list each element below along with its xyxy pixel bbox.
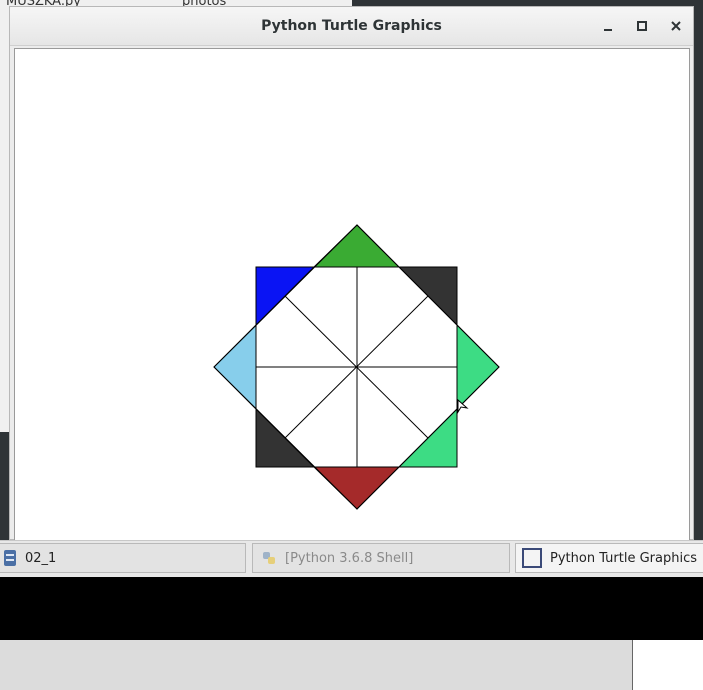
file-manager-icon <box>4 550 16 566</box>
taskbar-item-python-shell[interactable]: [Python 3.6.8 Shell] <box>252 543 510 573</box>
desktop-black-area <box>0 577 703 640</box>
python-icon <box>263 552 275 564</box>
triangle-left <box>213 323 257 411</box>
triangle-bottom <box>312 466 401 510</box>
minimize-icon <box>604 29 612 31</box>
taskbar-item-turtle-graphics[interactable]: Python Turtle Graphics <box>515 543 703 573</box>
taskbar-item-file-manager[interactable]: 02_1 <box>0 543 246 573</box>
turtle-canvas[interactable] <box>14 48 690 541</box>
minimize-button[interactable] <box>598 16 618 36</box>
turtle-window: Python Turtle Graphics <box>9 6 694 541</box>
turtle-drawing <box>213 224 500 510</box>
close-icon <box>671 21 681 31</box>
taskbar-item-label: Python Turtle Graphics <box>550 550 697 566</box>
window-icon <box>522 548 542 568</box>
taskbar-item-label: [Python 3.6.8 Shell] <box>285 550 414 566</box>
maximize-icon <box>637 21 647 31</box>
close-button[interactable] <box>666 16 686 36</box>
bottom-panel <box>0 640 632 690</box>
taskbar-item-label: 02_1 <box>25 550 57 566</box>
triangle-top <box>312 224 401 268</box>
taskbar: 02_1 [Python 3.6.8 Shell] Python Turtle … <box>0 540 703 577</box>
maximize-button[interactable] <box>632 16 652 36</box>
title-bar[interactable]: Python Turtle Graphics <box>10 7 693 46</box>
bottom-right-panel <box>632 640 703 690</box>
window-title: Python Turtle Graphics <box>261 18 442 34</box>
triangle-right <box>456 323 500 411</box>
